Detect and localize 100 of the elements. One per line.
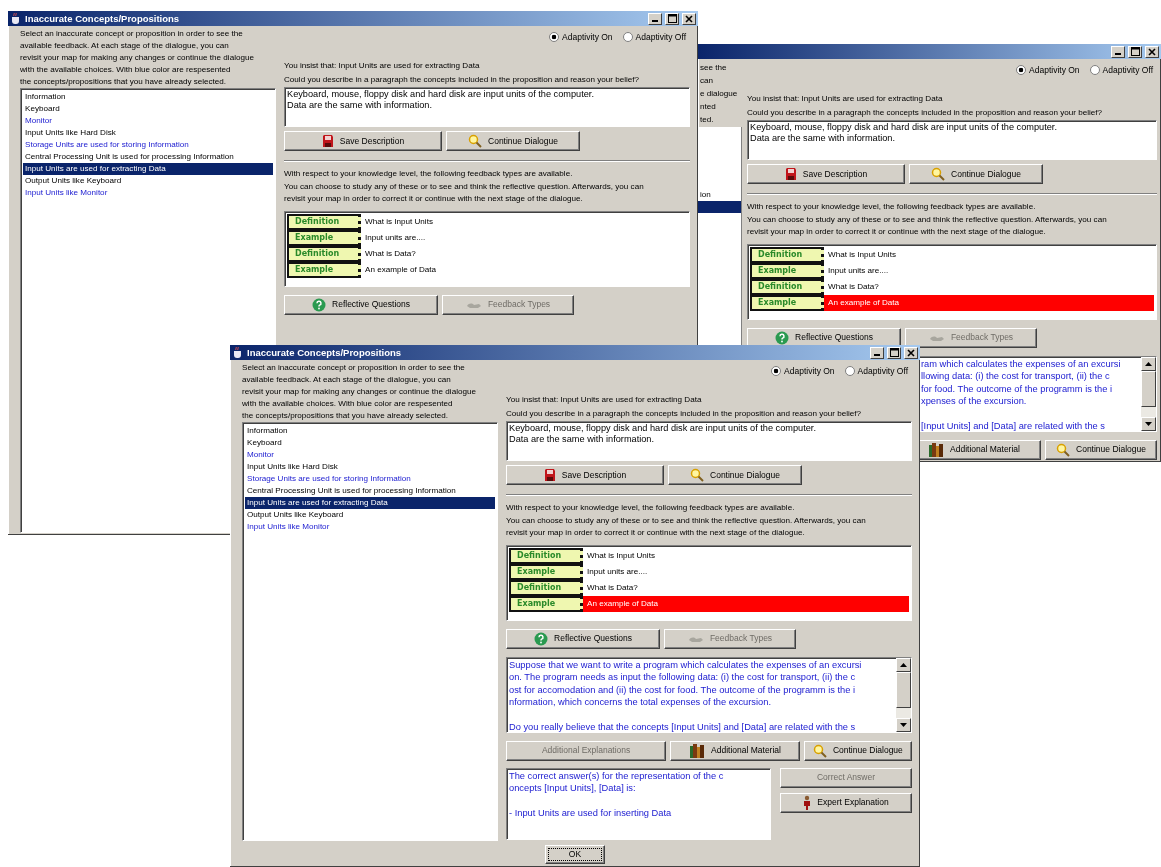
radio-indicator[interactable]: [549, 32, 560, 42]
concept-item[interactable]: Keyboard: [245, 437, 495, 449]
window-title: Inaccurate Concepts/Propositions: [25, 12, 180, 25]
magnifier-icon: [1056, 442, 1070, 457]
feedback-item[interactable]: What is Data?: [361, 245, 687, 262]
continue-button[interactable]: Continue Dialogue: [1045, 439, 1157, 460]
cup-icon: [10, 12, 22, 25]
instructions-fragment: can: [699, 75, 715, 87]
concept-item[interactable]: Output Units like Keyboard: [245, 509, 495, 521]
close-icon: [907, 348, 915, 357]
proposition-text: You insist that: Input Units are used for extracting Data: [506, 394, 703, 406]
minimize-icon: [874, 353, 880, 356]
maximize-icon: [667, 14, 677, 23]
concept-item[interactable]: Input Units like Hard Disk: [23, 127, 273, 139]
books-icon: [928, 441, 945, 458]
feedback-item[interactable]: Input units are....: [583, 563, 909, 580]
concept-item[interactable]: Input Units like Monitor: [245, 521, 495, 533]
minimize-button[interactable]: [1111, 45, 1125, 58]
scrollbar-thumb[interactable]: [1141, 370, 1156, 407]
feedback-item[interactable]: What is Input Units: [583, 547, 909, 564]
adaptivity-radio[interactable]: Adaptivity Off: [844, 365, 908, 377]
minimize-button[interactable]: [648, 12, 662, 25]
reflective-questions-button[interactable]: Reflective Questions: [284, 294, 438, 315]
feedback-intro-text: With respect to your knowledge level, the following feedback types are available. You can choose to study any of these or to see and think the reflective question. Afterwards, you can revisit your map in order to correct it or continue with the next stage of the dialogue.: [506, 502, 867, 539]
feedback-item[interactable]: What is Input Units: [824, 246, 1154, 263]
feedback-item[interactable]: What is Data?: [583, 579, 909, 596]
continue-button[interactable]: Continue Dialogue: [803, 740, 912, 761]
adaptivity-radio[interactable]: Adaptivity On: [549, 31, 613, 43]
help-icon: [534, 631, 548, 646]
maximize-button[interactable]: [887, 346, 901, 359]
concept-item[interactable]: Monitor: [23, 115, 273, 127]
feedback-item[interactable]: An example of Data: [824, 294, 1154, 311]
adaptivity-radio[interactable]: Adaptivity On: [1016, 64, 1080, 76]
radio-indicator[interactable]: [844, 366, 855, 376]
description-field[interactable]: Keyboard, mouse, floppy disk and hard disk are input units of the computer. Data are the same with information.: [284, 87, 690, 127]
concept-item[interactable]: Information: [245, 425, 495, 437]
radio-indicator[interactable]: [1089, 65, 1100, 75]
feedback-item[interactable]: Input units are....: [824, 262, 1154, 279]
close-button[interactable]: [904, 346, 918, 359]
maximize-button[interactable]: [1128, 45, 1142, 58]
feedback-item[interactable]: What is Input Units: [361, 213, 687, 230]
scrollbar[interactable]: [896, 657, 911, 732]
feedback-type-tag: Definition: [750, 246, 824, 263]
ok-button[interactable]: OK: [545, 845, 605, 864]
proposition-text: You insist that: Input Units are used for extracting Data: [747, 93, 944, 105]
magnifier-icon: [931, 167, 945, 181]
minimize-button[interactable]: [870, 346, 884, 359]
concept-item[interactable]: Central Processing Unit is used for processing Information: [23, 151, 273, 163]
instructions-text: Select an inaccurate concept or proposition in order to see the available feedback. At each stage of the dialogue, you can revisit your map for making any changes or continue the dialogue with the available choices. With blue color are respesented the concepts/propositions that you have already selected.: [242, 362, 477, 422]
feedback-item[interactable]: An example of Data: [361, 261, 687, 278]
save-icon: [784, 167, 797, 181]
radio-indicator[interactable]: [1016, 65, 1027, 75]
adaptivity-radio[interactable]: Adaptivity Off: [622, 31, 686, 43]
concept-item[interactable]: Input Units like Monitor: [23, 187, 273, 199]
reflective-questions-button[interactable]: Reflective Questions: [747, 327, 901, 348]
help-icon: [312, 297, 326, 312]
scrollbar[interactable]: [1141, 356, 1156, 431]
concept-item[interactable]: Input Units are used for extracting Data: [245, 497, 495, 509]
close-icon: [1148, 47, 1156, 56]
arrow-up-icon: [1145, 361, 1152, 366]
instructions-fragment: e dialogue: [699, 88, 739, 100]
feedback-item[interactable]: An example of Data: [583, 595, 909, 612]
concept-item[interactable]: Keyboard: [23, 103, 273, 115]
close-button[interactable]: [682, 12, 696, 25]
concept-item[interactable]: Storage Units are used for storing Information: [245, 473, 495, 485]
continue-button[interactable]: Continue Dialogue: [668, 465, 802, 485]
concept-item[interactable]: Input Units like Hard Disk: [245, 461, 495, 473]
radio-indicator[interactable]: [622, 32, 633, 42]
feedback-item[interactable]: What is Data?: [824, 278, 1154, 295]
reflective-questions-button[interactable]: Reflective Questions: [506, 628, 660, 649]
save-button[interactable]: Save Description: [747, 164, 905, 184]
concept-item[interactable]: Central Processing Unit is used for processing Information: [245, 485, 495, 497]
concept-item[interactable]: ion: [698, 189, 741, 201]
cup-icon: [232, 346, 244, 359]
save-icon: [321, 134, 334, 148]
concept-item[interactable]: Storage Units are used for storing Information: [23, 139, 273, 151]
continue-button[interactable]: Continue Dialogue: [446, 131, 580, 151]
feedback-item[interactable]: Input units are....: [361, 229, 687, 246]
save-icon: [543, 468, 556, 482]
description-field[interactable]: Keyboard, mouse, floppy disk and hard disk are input units of the computer. Data are the same with information.: [506, 421, 912, 461]
continue-button[interactable]: Continue Dialogue: [909, 164, 1043, 184]
description-field[interactable]: Keyboard, mouse, floppy disk and hard disk are input units of the computer. Data are the same with information.: [747, 120, 1157, 160]
save-button[interactable]: Save Description: [284, 131, 442, 151]
help-icon: [775, 330, 789, 345]
maximize-button[interactable]: [665, 12, 679, 25]
instructions-fragment: nted: [699, 101, 717, 113]
radio-indicator[interactable]: [771, 366, 782, 376]
adaptivity-radio[interactable]: Adaptivity On: [771, 365, 835, 377]
expert-explanation-button[interactable]: Expert Explanation: [780, 792, 912, 813]
arrow-down-icon: [900, 722, 907, 727]
scrollbar-thumb[interactable]: [896, 671, 911, 708]
minimize-icon: [1115, 52, 1121, 55]
concept-item[interactable]: Input Units are used for extracting Data: [23, 163, 273, 175]
additional-material-button[interactable]: Additional Material: [670, 740, 800, 761]
save-button[interactable]: Save Description: [506, 465, 664, 485]
concept-item[interactable]: Information: [23, 91, 273, 103]
adaptivity-radio[interactable]: Adaptivity Off: [1089, 64, 1153, 76]
close-button[interactable]: [1145, 45, 1159, 58]
concept-item[interactable]: Output Units like Keyboard: [23, 175, 273, 187]
concept-item[interactable]: Monitor: [245, 449, 495, 461]
